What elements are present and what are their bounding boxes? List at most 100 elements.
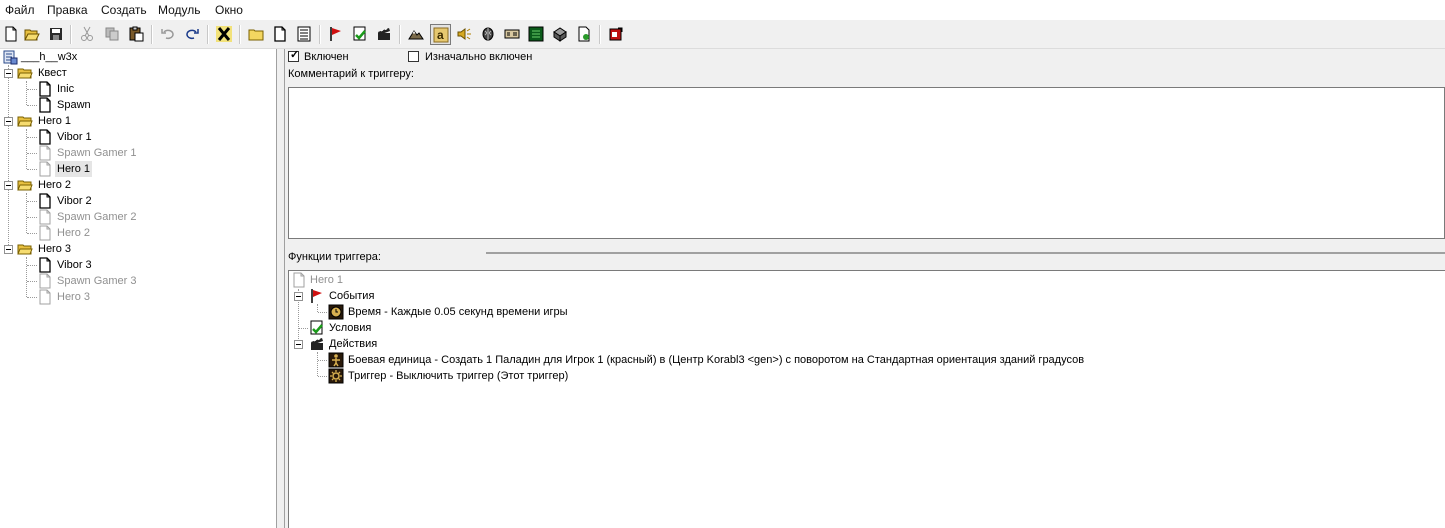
tree-trigger-item-disabled[interactable]: Spawn Gamer 1 <box>0 145 276 161</box>
undo-button[interactable] <box>158 24 179 45</box>
actions-group[interactable]: Действия <box>289 336 1439 352</box>
tree-line <box>27 265 37 266</box>
enabled-checkbox[interactable]: ✓ Включен <box>288 49 368 64</box>
initially-on-checkbox-box[interactable] <box>408 51 419 62</box>
tree-trigger-item-selected[interactable]: Hero 1 <box>0 161 276 177</box>
collapse-toggle[interactable] <box>4 181 13 190</box>
new-action-button[interactable] <box>374 24 395 45</box>
open-button[interactable] <box>22 24 43 45</box>
new-comment-button[interactable] <box>294 24 315 45</box>
action-item-label: Боевая единица - Создать 1 Паладин для И… <box>348 354 1085 366</box>
tree-trigger-item-disabled[interactable]: Spawn Gamer 2 <box>0 209 276 225</box>
tree-line <box>27 297 37 298</box>
import-green-icon <box>528 26 544 42</box>
new-event-button[interactable] <box>326 24 347 45</box>
unit-figure-icon <box>328 352 344 368</box>
tree-folder-hero-1[interactable]: Hero 1 <box>0 113 276 129</box>
tree-folder-quest[interactable]: Квест <box>0 65 276 81</box>
clapperboard-icon <box>311 338 323 350</box>
sound-editor-button[interactable] <box>454 24 475 45</box>
tree-trigger-item[interactable]: Vibor 3 <box>0 257 276 273</box>
tree-item-label: Hero 2 <box>57 227 91 239</box>
new-file-button[interactable] <box>1 24 22 45</box>
action-item[interactable]: Боевая единица - Создать 1 Паладин для И… <box>289 352 1439 368</box>
red-flag-icon <box>330 27 341 41</box>
delete-x-icon <box>216 26 232 42</box>
events-group[interactable]: События <box>289 288 1439 304</box>
import-manager-button[interactable] <box>526 24 547 45</box>
tree-trigger-item[interactable]: Vibor 2 <box>0 193 276 209</box>
tree-item-label: Spawn Gamer 1 <box>57 147 137 159</box>
initially-on-checkbox[interactable]: Изначально включен <box>408 50 548 64</box>
open-folder-icon <box>17 244 33 255</box>
speaker-icon <box>457 28 471 40</box>
delete-button[interactable] <box>214 24 235 45</box>
tree-trigger-item[interactable]: Vibor 1 <box>0 129 276 145</box>
open-folder-icon <box>24 29 40 41</box>
red-flag-icon <box>311 289 322 303</box>
tree-trigger-item-disabled[interactable]: Hero 3 <box>0 289 276 305</box>
save-button[interactable] <box>46 24 67 45</box>
trigger-tree-panel: ___h__w3x Квест Inic Spawn Hero 1 Vibor … <box>0 49 277 528</box>
brain-icon <box>482 27 494 41</box>
object-editor-button[interactable]: a <box>430 24 451 45</box>
tree-root-map[interactable]: ___h__w3x <box>0 49 276 65</box>
new-condition-button[interactable] <box>350 24 371 45</box>
action-item[interactable]: Триггер - Выключить триггер (Этот тригге… <box>289 368 1439 384</box>
ai-editor-button[interactable] <box>478 24 499 45</box>
toolbar-separator <box>70 25 72 44</box>
paste-icon <box>129 26 144 42</box>
collapse-toggle[interactable] <box>4 69 13 78</box>
paste-button[interactable] <box>126 24 147 45</box>
horizontal-splitter[interactable] <box>486 252 1445 254</box>
new-category-button[interactable] <box>246 24 267 45</box>
conditions-group[interactable]: Условия <box>289 320 1439 336</box>
folder-icon <box>248 29 264 41</box>
menu-module[interactable]: Модуль <box>158 3 201 17</box>
terrain-editor-button[interactable] <box>406 24 427 45</box>
letter-a-icon: a <box>433 27 449 43</box>
disabled-document-icon <box>39 209 51 225</box>
menu-create[interactable]: Создать <box>101 3 147 17</box>
event-item[interactable]: Время - Каждые 0.05 секунд времени игры <box>289 304 1439 320</box>
collapse-toggle[interactable] <box>294 292 303 301</box>
copy-button[interactable] <box>102 24 123 45</box>
test-map-button[interactable] <box>574 24 595 45</box>
enabled-checkbox-box[interactable]: ✓ <box>288 49 299 62</box>
tree-folder-hero-2[interactable]: Hero 2 <box>0 177 276 193</box>
object-manager-button[interactable] <box>550 24 571 45</box>
disabled-document-icon <box>39 161 51 177</box>
condition-check-icon <box>353 26 366 41</box>
tree-item-label: Spawn Gamer 2 <box>57 211 137 223</box>
menu-window[interactable]: Окно <box>215 3 243 17</box>
terrain-mountain-icon <box>408 30 424 40</box>
tree-folder-hero-3[interactable]: Hero 3 <box>0 241 276 257</box>
collapse-toggle[interactable] <box>4 117 13 126</box>
functions-root[interactable]: Hero 1 <box>289 272 1439 288</box>
tree-trigger-item-disabled[interactable]: Spawn Gamer 3 <box>0 273 276 289</box>
svg-text:a: a <box>437 28 444 42</box>
trigger-editor-button[interactable] <box>606 24 627 45</box>
redo-button[interactable] <box>182 24 203 45</box>
toolbar-separator <box>599 25 601 44</box>
trigger-document-icon <box>39 129 51 145</box>
cut-button[interactable] <box>77 24 98 45</box>
trigger-detail-panel: ✓ Включен Изначально включен Комментарий… <box>286 49 1445 528</box>
new-trigger-button[interactable] <box>270 24 291 45</box>
tree-trigger-item[interactable]: Spawn <box>0 97 276 113</box>
collapse-toggle[interactable] <box>4 245 13 254</box>
vertical-splitter[interactable] <box>277 49 285 528</box>
menu-edit[interactable]: Правка <box>47 3 88 17</box>
comment-lines-icon <box>297 26 311 42</box>
comment-textarea[interactable] <box>288 87 1445 239</box>
tree-trigger-item-disabled[interactable]: Hero 2 <box>0 225 276 241</box>
tree-trigger-item[interactable]: Inic <box>0 81 276 97</box>
open-folder-icon <box>17 116 33 127</box>
tree-folder-label: Hero 1 <box>38 115 72 127</box>
campaign-editor-button[interactable] <box>502 24 523 45</box>
collapse-toggle[interactable] <box>294 340 303 349</box>
functions-label: Функции триггера: <box>288 251 381 263</box>
menu-file[interactable]: Файл <box>5 3 35 17</box>
event-item-label: Время - Каждые 0.05 секунд времени игры <box>348 306 568 318</box>
trigger-document-icon <box>274 26 286 42</box>
